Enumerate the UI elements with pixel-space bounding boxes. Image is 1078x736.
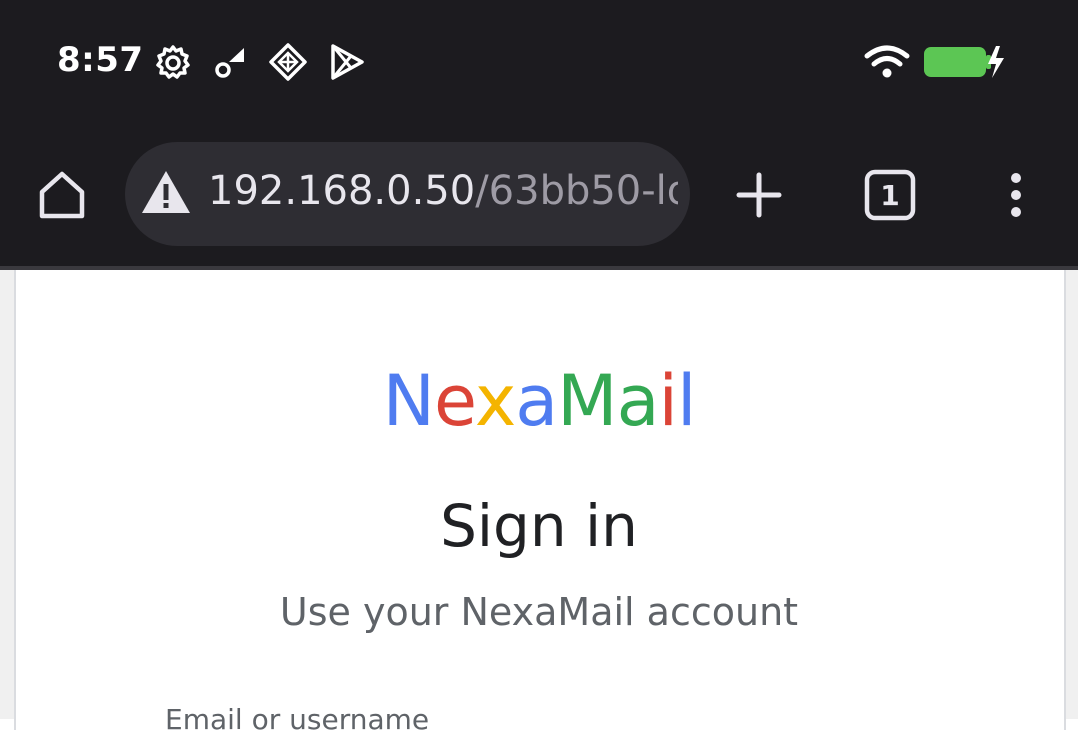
logo-letter: i <box>658 360 677 442</box>
url-path: /63bb50-log <box>475 168 678 214</box>
status-bar: 8:57 <box>0 0 1078 125</box>
signal-icon <box>210 42 250 82</box>
status-time: 8:57 <box>57 40 144 80</box>
home-icon[interactable] <box>34 166 90 222</box>
menu-icon[interactable] <box>1001 170 1031 220</box>
logo-letter: N <box>382 360 435 442</box>
battery-charging-icon <box>922 42 1006 82</box>
page-title: Sign in <box>440 492 638 560</box>
nexamail-logo: NexaMail <box>0 360 1078 442</box>
logo-letter: a <box>515 360 558 442</box>
logo-letter: e <box>433 360 476 442</box>
play-store-icon <box>327 42 367 82</box>
vpn-icon <box>268 42 308 82</box>
wifi-icon <box>864 42 910 82</box>
url-text[interactable]: 192.168.0.50/63bb50-log <box>208 168 678 214</box>
logo-letter: l <box>676 360 696 442</box>
new-tab-icon[interactable] <box>734 170 784 220</box>
warning-icon[interactable] <box>140 168 192 216</box>
logo-letter: a <box>616 360 660 442</box>
url-host: 192.168.0.50 <box>208 168 476 214</box>
settings-icon <box>153 42 193 82</box>
email-field-label: Email or username <box>165 703 430 736</box>
tab-count: 1 <box>880 178 900 212</box>
page-subtitle: Use your NexaMail account <box>279 590 799 634</box>
logo-letter: x <box>474 360 516 442</box>
logo-letter: M <box>557 360 617 442</box>
tabs-icon[interactable]: 1 <box>864 169 916 221</box>
